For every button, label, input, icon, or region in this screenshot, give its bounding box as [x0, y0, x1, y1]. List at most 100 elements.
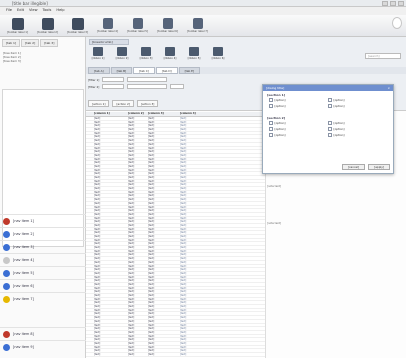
toolbar-button-7[interactable]: [toolbar label 7] — [184, 16, 211, 35]
nav-item-9[interactable]: [nav item 9] — [0, 340, 86, 353]
menu-edit[interactable]: Edit — [17, 8, 24, 14]
nav-item-8[interactable]: [nav item 8] — [0, 327, 86, 340]
action-button-1[interactable]: [action 1] — [88, 100, 110, 107]
toolbar-button-1[interactable]: [toolbar label 1] — [4, 16, 31, 35]
column-header[interactable] — [86, 112, 94, 116]
checkbox[interactable] — [269, 104, 273, 108]
tab-d[interactable]: [tab D] — [155, 67, 178, 74]
left-tab-1[interactable]: [tab 1] — [2, 39, 21, 47]
ribbon-button-3[interactable]: [ribbon 3] — [136, 47, 156, 60]
action-button-2[interactable]: [action 2] — [112, 100, 134, 107]
table-cell: [text] — [128, 205, 135, 209]
close-button[interactable] — [398, 1, 404, 6]
filter-field[interactable] — [102, 77, 125, 82]
nav-item-5[interactable]: [nav item 5] — [0, 266, 86, 279]
help-icon[interactable] — [392, 17, 402, 29]
ribbon-button-5[interactable]: [ribbon 5] — [184, 47, 204, 60]
menu-view[interactable]: View — [29, 8, 38, 14]
column-header[interactable]: [column 1] — [94, 112, 128, 116]
menu-tools[interactable]: Tools — [43, 8, 52, 14]
checkbox[interactable] — [328, 104, 332, 108]
cancel-button[interactable]: [cancel] — [341, 164, 366, 170]
menu-file[interactable]: File — [6, 8, 12, 14]
table-cell — [86, 176, 94, 179]
toolbar-button-5[interactable]: [toolbar label 5] — [124, 16, 151, 35]
filter-field[interactable] — [127, 84, 168, 89]
search-input[interactable]: [search] — [365, 53, 401, 59]
dialog-option[interactable]: [option] — [328, 127, 387, 131]
table-cell: [text] — [180, 142, 187, 146]
checkbox[interactable] — [328, 127, 332, 131]
dialog-option[interactable]: [option] — [269, 104, 328, 108]
checkbox[interactable] — [328, 121, 332, 125]
filter-field[interactable] — [102, 84, 125, 89]
nav-item-7[interactable]: [nav item 7] — [0, 292, 86, 305]
dialog-option[interactable]: [option] — [269, 121, 328, 125]
breadcrumb[interactable]: [breadcrumb] — [89, 39, 129, 45]
dialog-section-label: [section 2] — [267, 116, 286, 120]
table-cell: [text] — [180, 330, 187, 334]
table-cell: [text] — [180, 235, 187, 238]
left-tab-2[interactable]: [tab 2] — [21, 39, 40, 47]
nav-item-4[interactable]: [nav item 4] — [0, 253, 86, 266]
column-header[interactable]: [column 3] — [148, 112, 180, 116]
action-button-3[interactable]: [action 3] — [136, 100, 159, 107]
toolbar-button-2[interactable]: [toolbar label 2] — [34, 16, 61, 35]
menu-help[interactable]: Help — [56, 8, 64, 14]
apply-button[interactable]: [apply] — [368, 164, 390, 170]
checkbox[interactable] — [328, 133, 332, 137]
dialog-option[interactable]: [option] — [269, 133, 328, 137]
table-row[interactable]: [text] [text] [text] [text] — [86, 353, 265, 357]
toolbar-button-4[interactable]: [toolbar label 4] — [94, 16, 121, 35]
toolbar-button-6[interactable]: [toolbar label 6] — [154, 16, 181, 35]
table-cell: [text] — [128, 319, 135, 323]
filter-apply-button[interactable] — [170, 84, 185, 89]
ribbon-button-6[interactable]: [ribbon 6] — [208, 47, 228, 60]
dialog-option[interactable]: [option] — [328, 104, 387, 108]
table-cell — [86, 316, 94, 319]
tab-b[interactable]: [tab B] — [110, 67, 133, 74]
toolbar-button-3[interactable]: [toolbar label 3] — [64, 16, 91, 35]
dialog-title: [dialog title] — [266, 86, 285, 90]
table-cell — [86, 253, 94, 256]
filter-field[interactable] — [127, 77, 168, 82]
table-cell: [text] — [148, 179, 155, 183]
tree-item[interactable]: [tree item 3] — [3, 59, 82, 63]
checkbox[interactable] — [328, 98, 332, 102]
nav-item-1[interactable]: [nav item 1] — [0, 214, 86, 227]
dialog-option[interactable]: [option] — [328, 98, 387, 102]
ribbon-button-4[interactable]: [ribbon 4] — [160, 47, 180, 60]
dialog-option[interactable]: [option] — [269, 127, 328, 131]
close-icon[interactable]: × — [387, 86, 390, 90]
dialog-options: [option] [option] [option] [option] [opt… — [263, 121, 393, 137]
table-cell: [text] — [180, 124, 187, 128]
tab-a[interactable]: [tab A] — [88, 67, 110, 74]
table-cell: [text] — [94, 327, 101, 330]
column-header[interactable]: [column 4] — [180, 112, 264, 116]
checkbox[interactable] — [269, 127, 273, 131]
checkbox[interactable] — [269, 133, 273, 137]
table-cell — [86, 324, 94, 327]
table-cell: [text] — [94, 349, 101, 352]
ribbon-button-2[interactable]: [ribbon 2] — [112, 47, 132, 60]
minimize-button[interactable] — [382, 1, 388, 6]
checkbox[interactable] — [269, 121, 273, 125]
dialog-option[interactable]: [option] — [328, 133, 387, 137]
table-cell: [text] — [94, 139, 101, 142]
left-tab-3[interactable]: [tab 3] — [40, 39, 59, 47]
table-cell: [text] — [148, 301, 155, 305]
column-header[interactable]: [column 2] — [128, 112, 148, 116]
nav-item-6[interactable]: [nav item 6] — [0, 279, 86, 292]
maximize-button[interactable] — [390, 1, 396, 6]
tab-e[interactable]: [tab E] — [178, 67, 201, 74]
ribbon-button-1[interactable]: [ribbon 1] — [88, 47, 108, 60]
checkbox[interactable] — [269, 98, 273, 102]
nav-item-2[interactable]: [nav item 2] — [0, 227, 86, 240]
dialog-option[interactable]: [option] — [269, 98, 328, 102]
table-cell: [text] — [148, 142, 155, 146]
dialog-option[interactable]: [option] — [328, 121, 387, 125]
table-cell: [text] — [148, 305, 155, 308]
table-cell: [text] — [148, 260, 155, 264]
tab-c[interactable]: [tab C] — [133, 67, 155, 74]
nav-item-3[interactable]: [nav item 3] — [0, 240, 86, 253]
